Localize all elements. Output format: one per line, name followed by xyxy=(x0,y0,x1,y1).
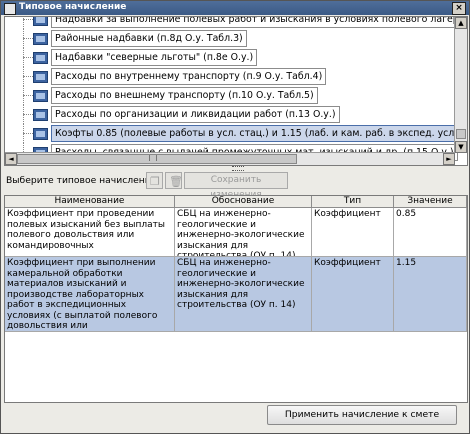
title-bar[interactable]: Типовое начисление × xyxy=(1,1,469,15)
column-header-basis[interactable]: Обоснование xyxy=(175,196,312,207)
table-header: Наименование Обоснование Тип Значение xyxy=(5,196,467,208)
column-header-name[interactable]: Наименование xyxy=(5,196,175,207)
tree-item-label[interactable]: Расходы по внутреннему транспорту (п.9 О… xyxy=(51,68,327,85)
trash-icon: 🗑 xyxy=(169,175,183,188)
delete-button[interactable]: 🗑 xyxy=(165,172,183,189)
scroll-up-icon[interactable]: ▲ xyxy=(455,17,467,29)
folder-icon xyxy=(33,71,48,83)
charges-tree[interactable]: Надбавки за выполнение полевых работ и и… xyxy=(4,16,468,166)
tree-horizontal-scrollbar[interactable]: ◄ ► xyxy=(5,152,455,165)
tree-item[interactable]: Расходы по внешнему транспорту (п.10 О.у… xyxy=(5,85,467,105)
tree-item-label[interactable]: Расходы по организации и ликвидации рабо… xyxy=(51,106,340,123)
close-button[interactable]: × xyxy=(452,2,466,15)
cell-name: Коэффициент при проведении полевых изыск… xyxy=(5,208,175,257)
tree-item[interactable]: Расходы по организации и ликвидации рабо… xyxy=(5,104,467,124)
splitter-grip-icon xyxy=(232,166,244,171)
column-header-type[interactable]: Тип xyxy=(312,196,394,207)
save-changes-button[interactable]: Сохранить изменения xyxy=(184,172,288,200)
folder-icon xyxy=(33,33,48,45)
cell-value: 1.15 xyxy=(394,257,467,332)
tree-item-label[interactable]: Надбавки за выполнение полевых работ и и… xyxy=(51,17,467,28)
scroll-thumb[interactable] xyxy=(456,129,466,139)
scroll-left-icon[interactable]: ◄ xyxy=(5,153,17,165)
tree-item[interactable]: Районные надбавки (п.8д О.у. Табл.3) xyxy=(5,28,467,48)
select-charge-label: Выберите типовое начисление xyxy=(6,175,157,186)
cell-type: Коэффициент xyxy=(312,208,394,257)
tree-item-selected[interactable]: Коэфты 0.85 (полевые работы в усл. стац.… xyxy=(5,123,467,143)
tree-item-label[interactable]: Расходы по внешнему транспорту (п.10 О.у… xyxy=(51,87,318,104)
folder-icon xyxy=(33,17,48,26)
window-icon xyxy=(4,3,16,15)
column-header-value[interactable]: Значение xyxy=(394,196,467,207)
dialog-window: Типовое начисление × Надбавки за выполне… xyxy=(0,0,470,434)
copy-button[interactable]: ❐ xyxy=(146,172,163,189)
tree-item[interactable]: Расходы по внутреннему транспорту (п.9 О… xyxy=(5,66,467,86)
scroll-right-icon[interactable]: ► xyxy=(443,153,455,165)
cell-basis: СБЦ на инженерно-геологические и инженер… xyxy=(175,257,312,332)
apply-to-estimate-button[interactable]: Применить начисление к смете xyxy=(267,405,457,425)
folder-icon xyxy=(33,109,48,121)
window-title: Типовое начисление xyxy=(19,2,127,12)
folder-icon xyxy=(33,90,48,102)
toolbar: Выберите типовое начисление ❐ 🗑 Сохранит… xyxy=(4,172,466,200)
cell-value: 0.85 xyxy=(394,208,467,257)
tree-item[interactable]: Надбавки "северные льготы" (п.8е О.у.) xyxy=(5,47,467,67)
cell-basis: СБЦ на инженерно-геологические и инженер… xyxy=(175,208,312,257)
folder-icon xyxy=(33,128,48,140)
tree-vertical-scrollbar[interactable]: ▲ ▼ xyxy=(454,17,467,153)
cell-name: Коэффициент при выполнении камеральной о… xyxy=(5,257,175,332)
table-row-selected[interactable]: Коэффициент при выполнении камеральной о… xyxy=(5,257,467,332)
folder-icon xyxy=(33,52,48,64)
coefficients-table: Наименование Обоснование Тип Значение Ко… xyxy=(4,195,468,403)
panel-splitter[interactable] xyxy=(4,166,466,171)
tree-item-label[interactable]: Коэфты 0.85 (полевые работы в усл. стац.… xyxy=(51,125,467,142)
copy-icon: ❐ xyxy=(150,175,160,188)
cell-type: Коэффициент xyxy=(312,257,394,332)
tree-item-label[interactable]: Районные надбавки (п.8д О.у. Табл.3) xyxy=(51,30,247,47)
scroll-thumb[interactable] xyxy=(17,154,297,164)
scroll-grip-icon xyxy=(149,155,157,161)
tree-item-label[interactable]: Надбавки "северные льготы" (п.8е О.у.) xyxy=(51,49,258,66)
table-row[interactable]: Коэффициент при проведении полевых изыск… xyxy=(5,208,467,257)
scroll-down-icon[interactable]: ▼ xyxy=(455,141,467,153)
